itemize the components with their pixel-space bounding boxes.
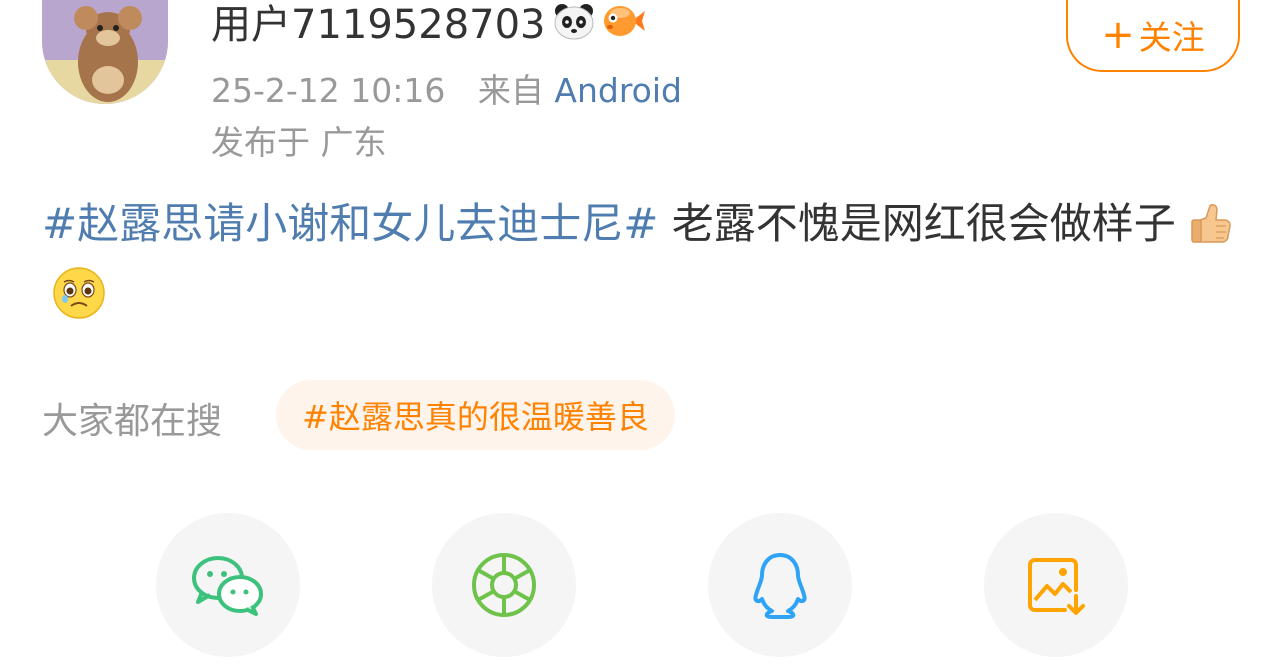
post-source-link[interactable]: Android — [554, 71, 682, 110]
post-body: #赵露思请小谢和女儿去迪士尼# 老露不愧是网红很会做样子 — [42, 190, 1242, 326]
avatar-image — [42, 0, 168, 104]
avatar[interactable] — [42, 0, 168, 104]
share-qq-button[interactable] — [708, 513, 852, 657]
trending-topic-chip[interactable]: #赵露思真的很温暖善良 — [276, 380, 675, 450]
plus-icon: + — [1101, 12, 1135, 58]
qq-icon — [753, 553, 807, 619]
post-meta: 25-2-12 10:16 来自 Android — [211, 64, 682, 112]
goldfish-badge-icon[interactable] — [602, 1, 646, 41]
post-timestamp: 25-2-12 10:16 — [211, 71, 446, 110]
panda-badge-icon[interactable] — [552, 1, 596, 41]
post-location: 发布于 广东 — [211, 123, 387, 162]
share-moments-button[interactable] — [432, 513, 576, 657]
post-text: 老露不愧是网红很会做样子 — [658, 199, 1176, 248]
save-image-icon — [1028, 558, 1085, 615]
follow-button[interactable]: + 关注 — [1066, 0, 1240, 72]
follow-label: 关注 — [1138, 18, 1205, 57]
topic-link[interactable]: #赵露思请小谢和女儿去迪士尼# — [42, 199, 658, 248]
crying-face-emoji — [52, 266, 105, 319]
share-wechat-button[interactable] — [156, 513, 300, 657]
moments-icon — [472, 553, 536, 617]
thumbs-up-emoji — [1186, 198, 1236, 248]
username[interactable]: 用户7119528703 — [211, 0, 546, 50]
username-row: 用户7119528703 — [211, 0, 646, 48]
wechat-icon — [192, 556, 263, 616]
trending-search-label: 大家都在搜 — [42, 401, 223, 442]
source-prefix: 来自 — [477, 71, 544, 110]
save-image-button[interactable] — [984, 513, 1128, 657]
